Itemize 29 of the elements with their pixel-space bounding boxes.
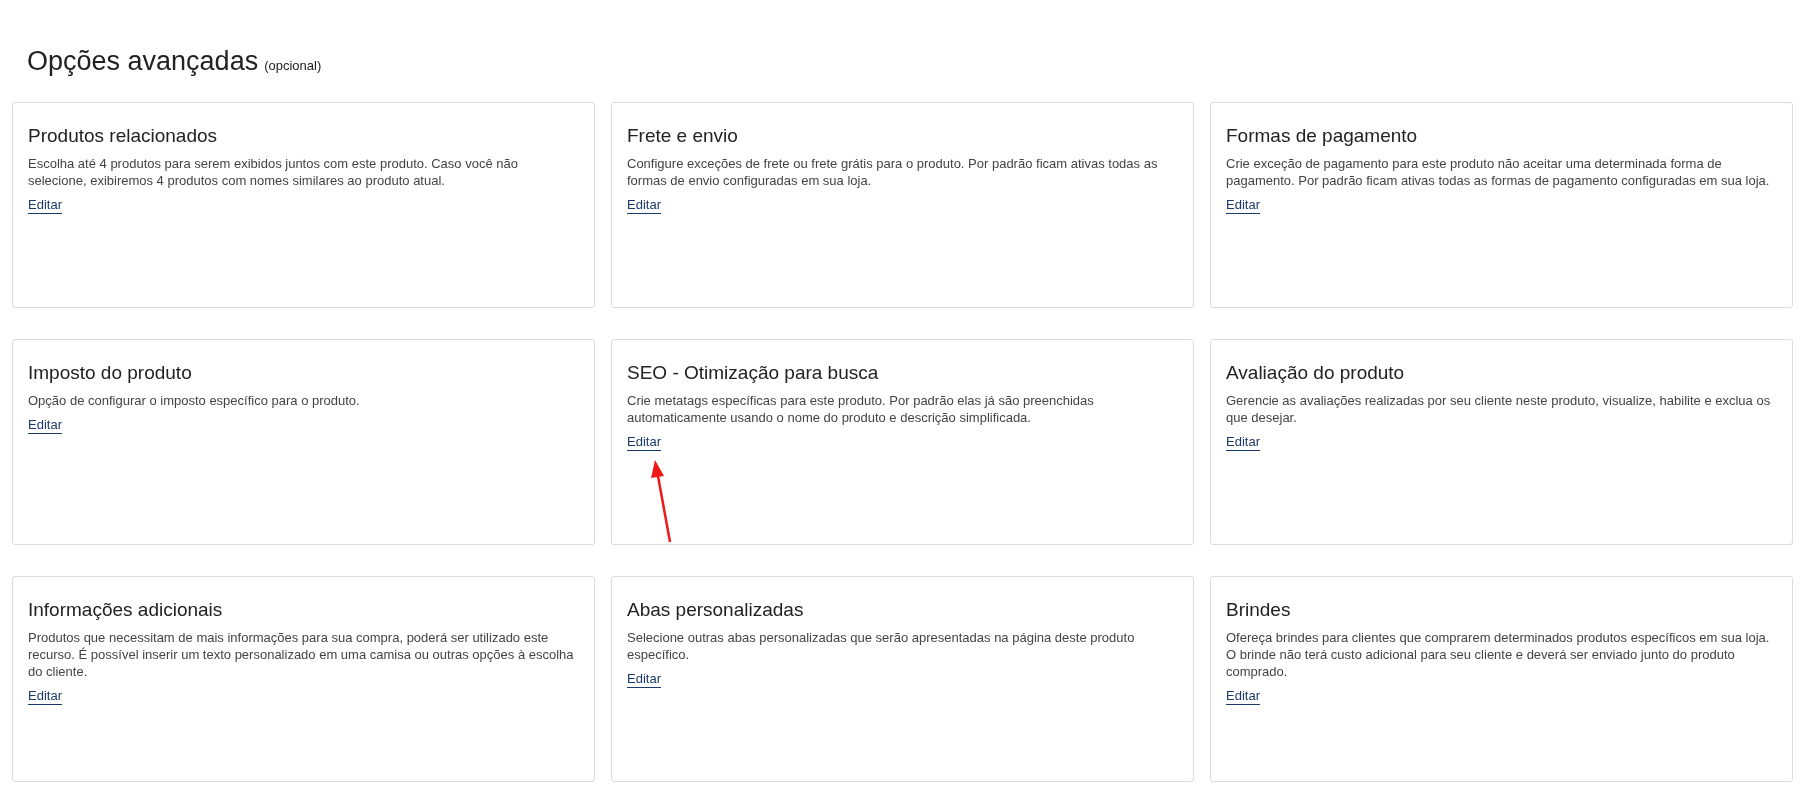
card-description: Produtos que necessitam de mais informações para sua compra, poderá ser utilizado este recurso. É possível inserir um texto personalizado em uma camisa ou outras opções à escolha do cliente. (28, 629, 575, 680)
card-description: Crie metatags específicas para este produto. Por padrão elas já são preenchidas automaticamente usando o nome do produto e descrição simplificada. (627, 392, 1095, 426)
card-title: Frete e envio (627, 125, 738, 147)
edit-link[interactable]: Editar (1226, 197, 1260, 214)
edit-link[interactable]: Editar (28, 417, 62, 434)
card-description: Gerencie as avaliações realizadas por seu cliente neste produto, visualize, habilite e exclua os que desejar. (1226, 392, 1772, 426)
card-title: Formas de pagamento (1226, 125, 1418, 147)
card-title: SEO - Otimização para busca (627, 362, 879, 384)
card-description: Selecione outras abas personalizadas que serão apresentadas na página deste produto específico. (627, 629, 1136, 663)
card-description: Opção de configurar o imposto específico para o produto. (28, 392, 360, 409)
card-description: Escolha até 4 produtos para serem exibidos juntos com este produto. Caso você não selecione, exibiremos 4 produtos com nomes similares ao produto atual. (28, 155, 519, 189)
card-title: Informações adicionais (28, 599, 223, 621)
page-title: Opções avançadas (27, 46, 259, 77)
card-title: Brindes (1226, 599, 1291, 621)
edit-link[interactable]: Editar (28, 197, 62, 214)
card-title: Avaliação do produto (1226, 362, 1405, 384)
card-description: Crie exceção de pagamento para este produto não aceitar uma determinada forma de pagamento. Por padrão ficam ativas todas as formas de pagamento configuradas em sua loja. (1226, 155, 1771, 189)
card-description: Configure exceções de frete ou frete grátis para o produto. Por padrão ficam ativas todas as formas de envio configuradas em sua loja. (627, 155, 1159, 189)
edit-link[interactable]: Editar (627, 197, 661, 214)
edit-link[interactable]: Editar (1226, 434, 1260, 451)
edit-link[interactable]: Editar (1226, 688, 1260, 705)
card-title: Produtos relacionados (28, 125, 218, 147)
edit-link[interactable]: Editar (28, 688, 62, 705)
edit-link[interactable]: Editar (627, 671, 661, 688)
edit-link[interactable]: Editar (627, 434, 661, 451)
card-description: Ofereça brindes para clientes que comprarem determinados produtos específicos em sua loja. O brinde não terá custo adicional para seu cliente e deverá ser enviado junto do produto comprado. (1226, 629, 1771, 680)
optional-note: (opcional) (264, 58, 322, 73)
card-title: Abas personalizadas (627, 599, 804, 621)
card-title: Imposto do produto (28, 362, 192, 384)
